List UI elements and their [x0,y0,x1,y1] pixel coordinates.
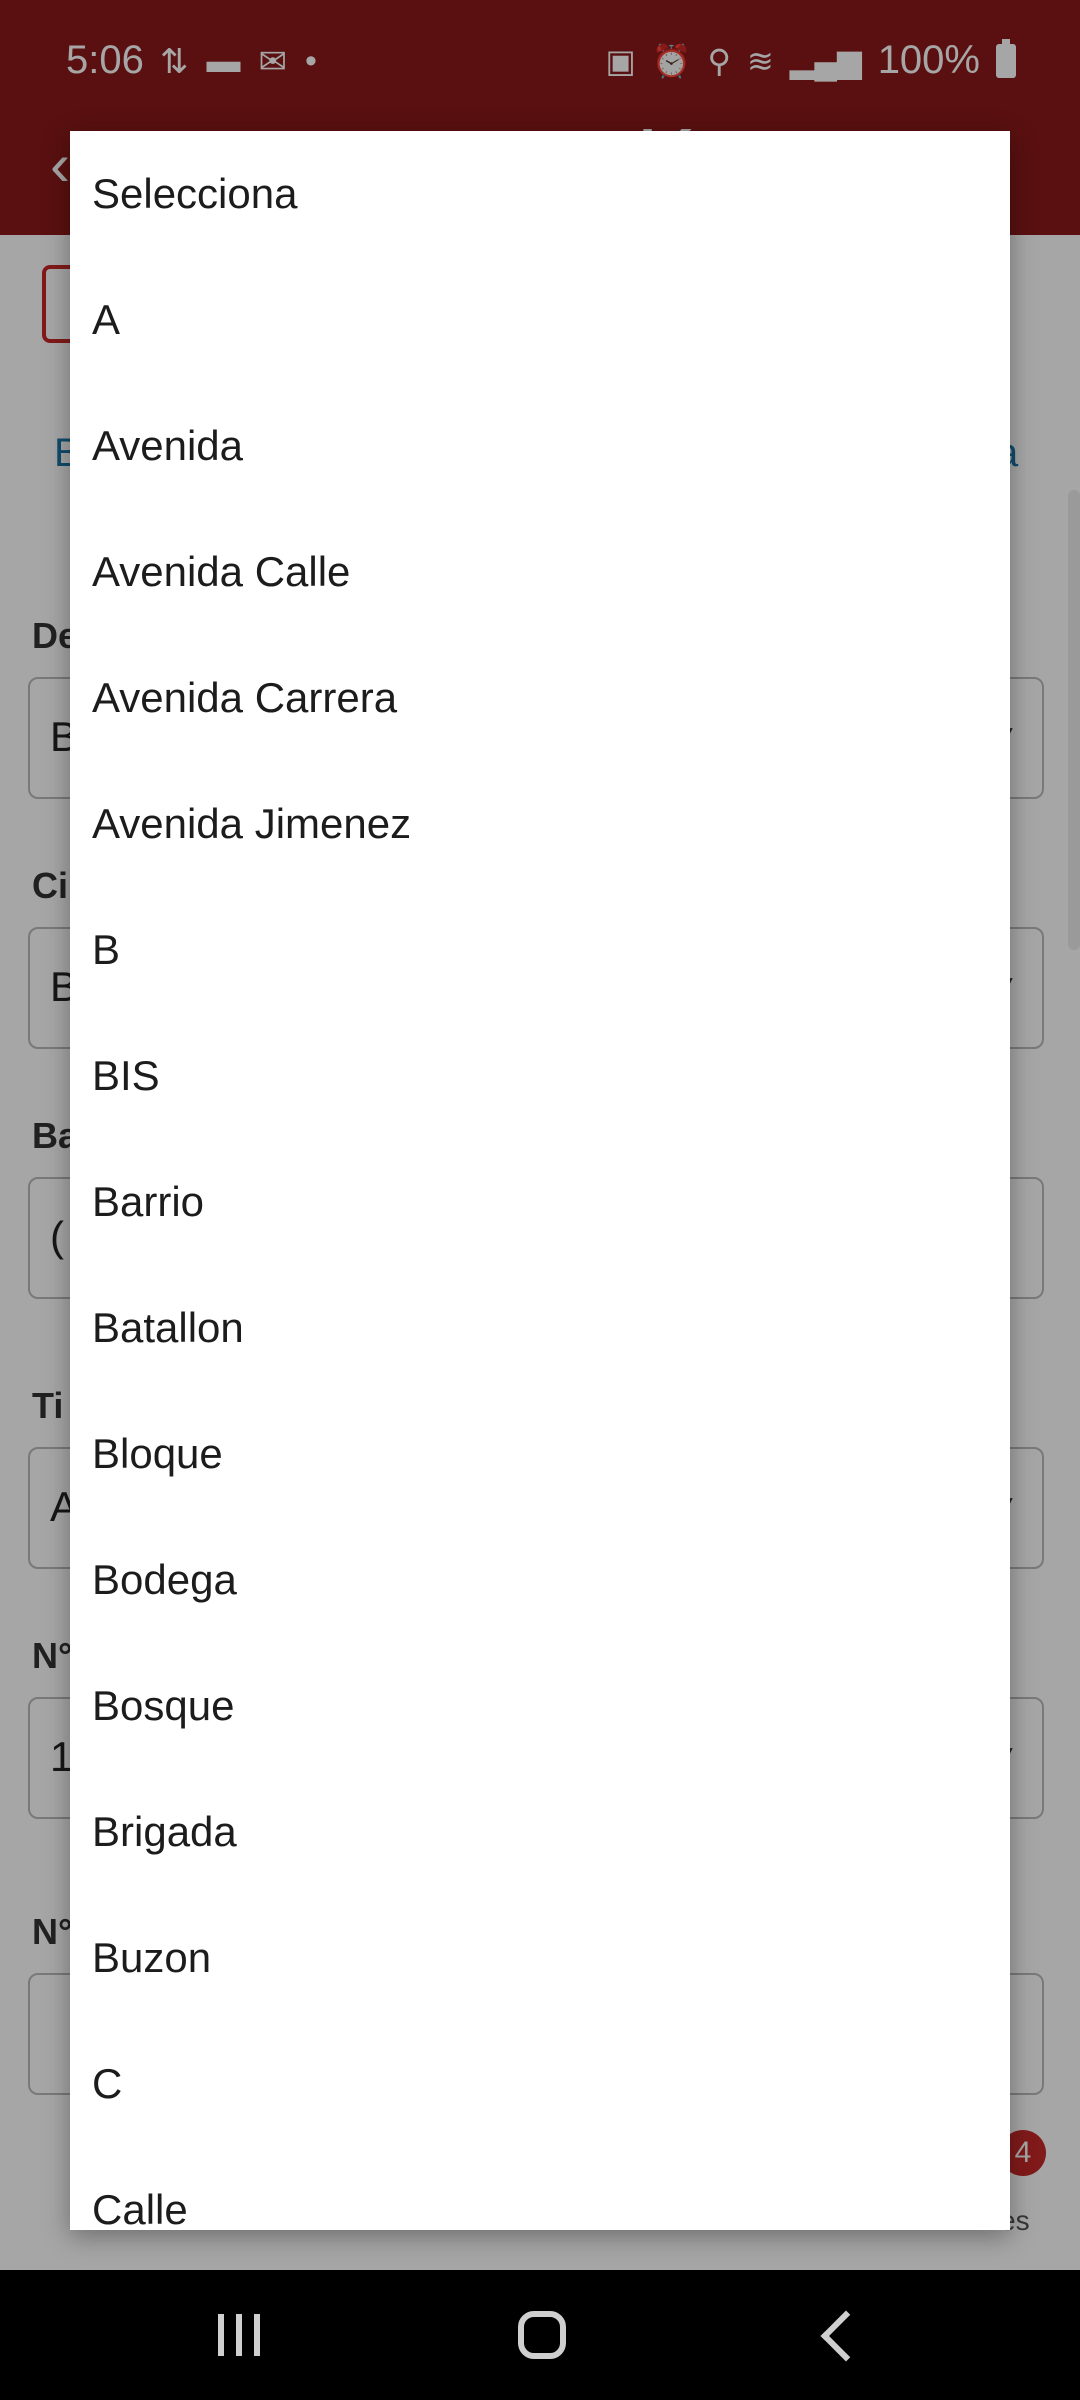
back-icon[interactable] [820,2310,872,2362]
dropdown-option[interactable]: C [70,2021,1010,2147]
dropdown-option[interactable]: Avenida [70,383,1010,509]
dropdown-option[interactable]: Avenida Jimenez [70,761,1010,887]
navigation-bar [0,2270,1080,2400]
dropdown-option[interactable]: BIS [70,1013,1010,1139]
home-icon[interactable] [518,2311,566,2359]
dropdown-option[interactable]: A [70,257,1010,383]
dropdown-option[interactable]: Batallon [70,1265,1010,1391]
dropdown-option[interactable]: Selecciona [70,131,1010,257]
dropdown-option[interactable]: Bodega [70,1517,1010,1643]
dropdown-option[interactable]: Bloque [70,1391,1010,1517]
dropdown-option[interactable]: Brigada [70,1769,1010,1895]
dropdown-option[interactable]: Barrio [70,1139,1010,1265]
dropdown-option[interactable]: Avenida Calle [70,509,1010,635]
dropdown-option[interactable]: Calle [70,2147,1010,2230]
page-scrollbar[interactable] [1068,490,1080,950]
dropdown-option[interactable]: Avenida Carrera [70,635,1010,761]
dropdown-option[interactable]: Buzon [70,1895,1010,2021]
dropdown-option[interactable]: Bosque [70,1643,1010,1769]
street-type-dropdown[interactable]: Selecciona A Avenida Avenida Calle Aveni… [70,131,1010,2230]
recent-apps-icon[interactable] [218,2314,260,2356]
dropdown-option[interactable]: B [70,887,1010,1013]
